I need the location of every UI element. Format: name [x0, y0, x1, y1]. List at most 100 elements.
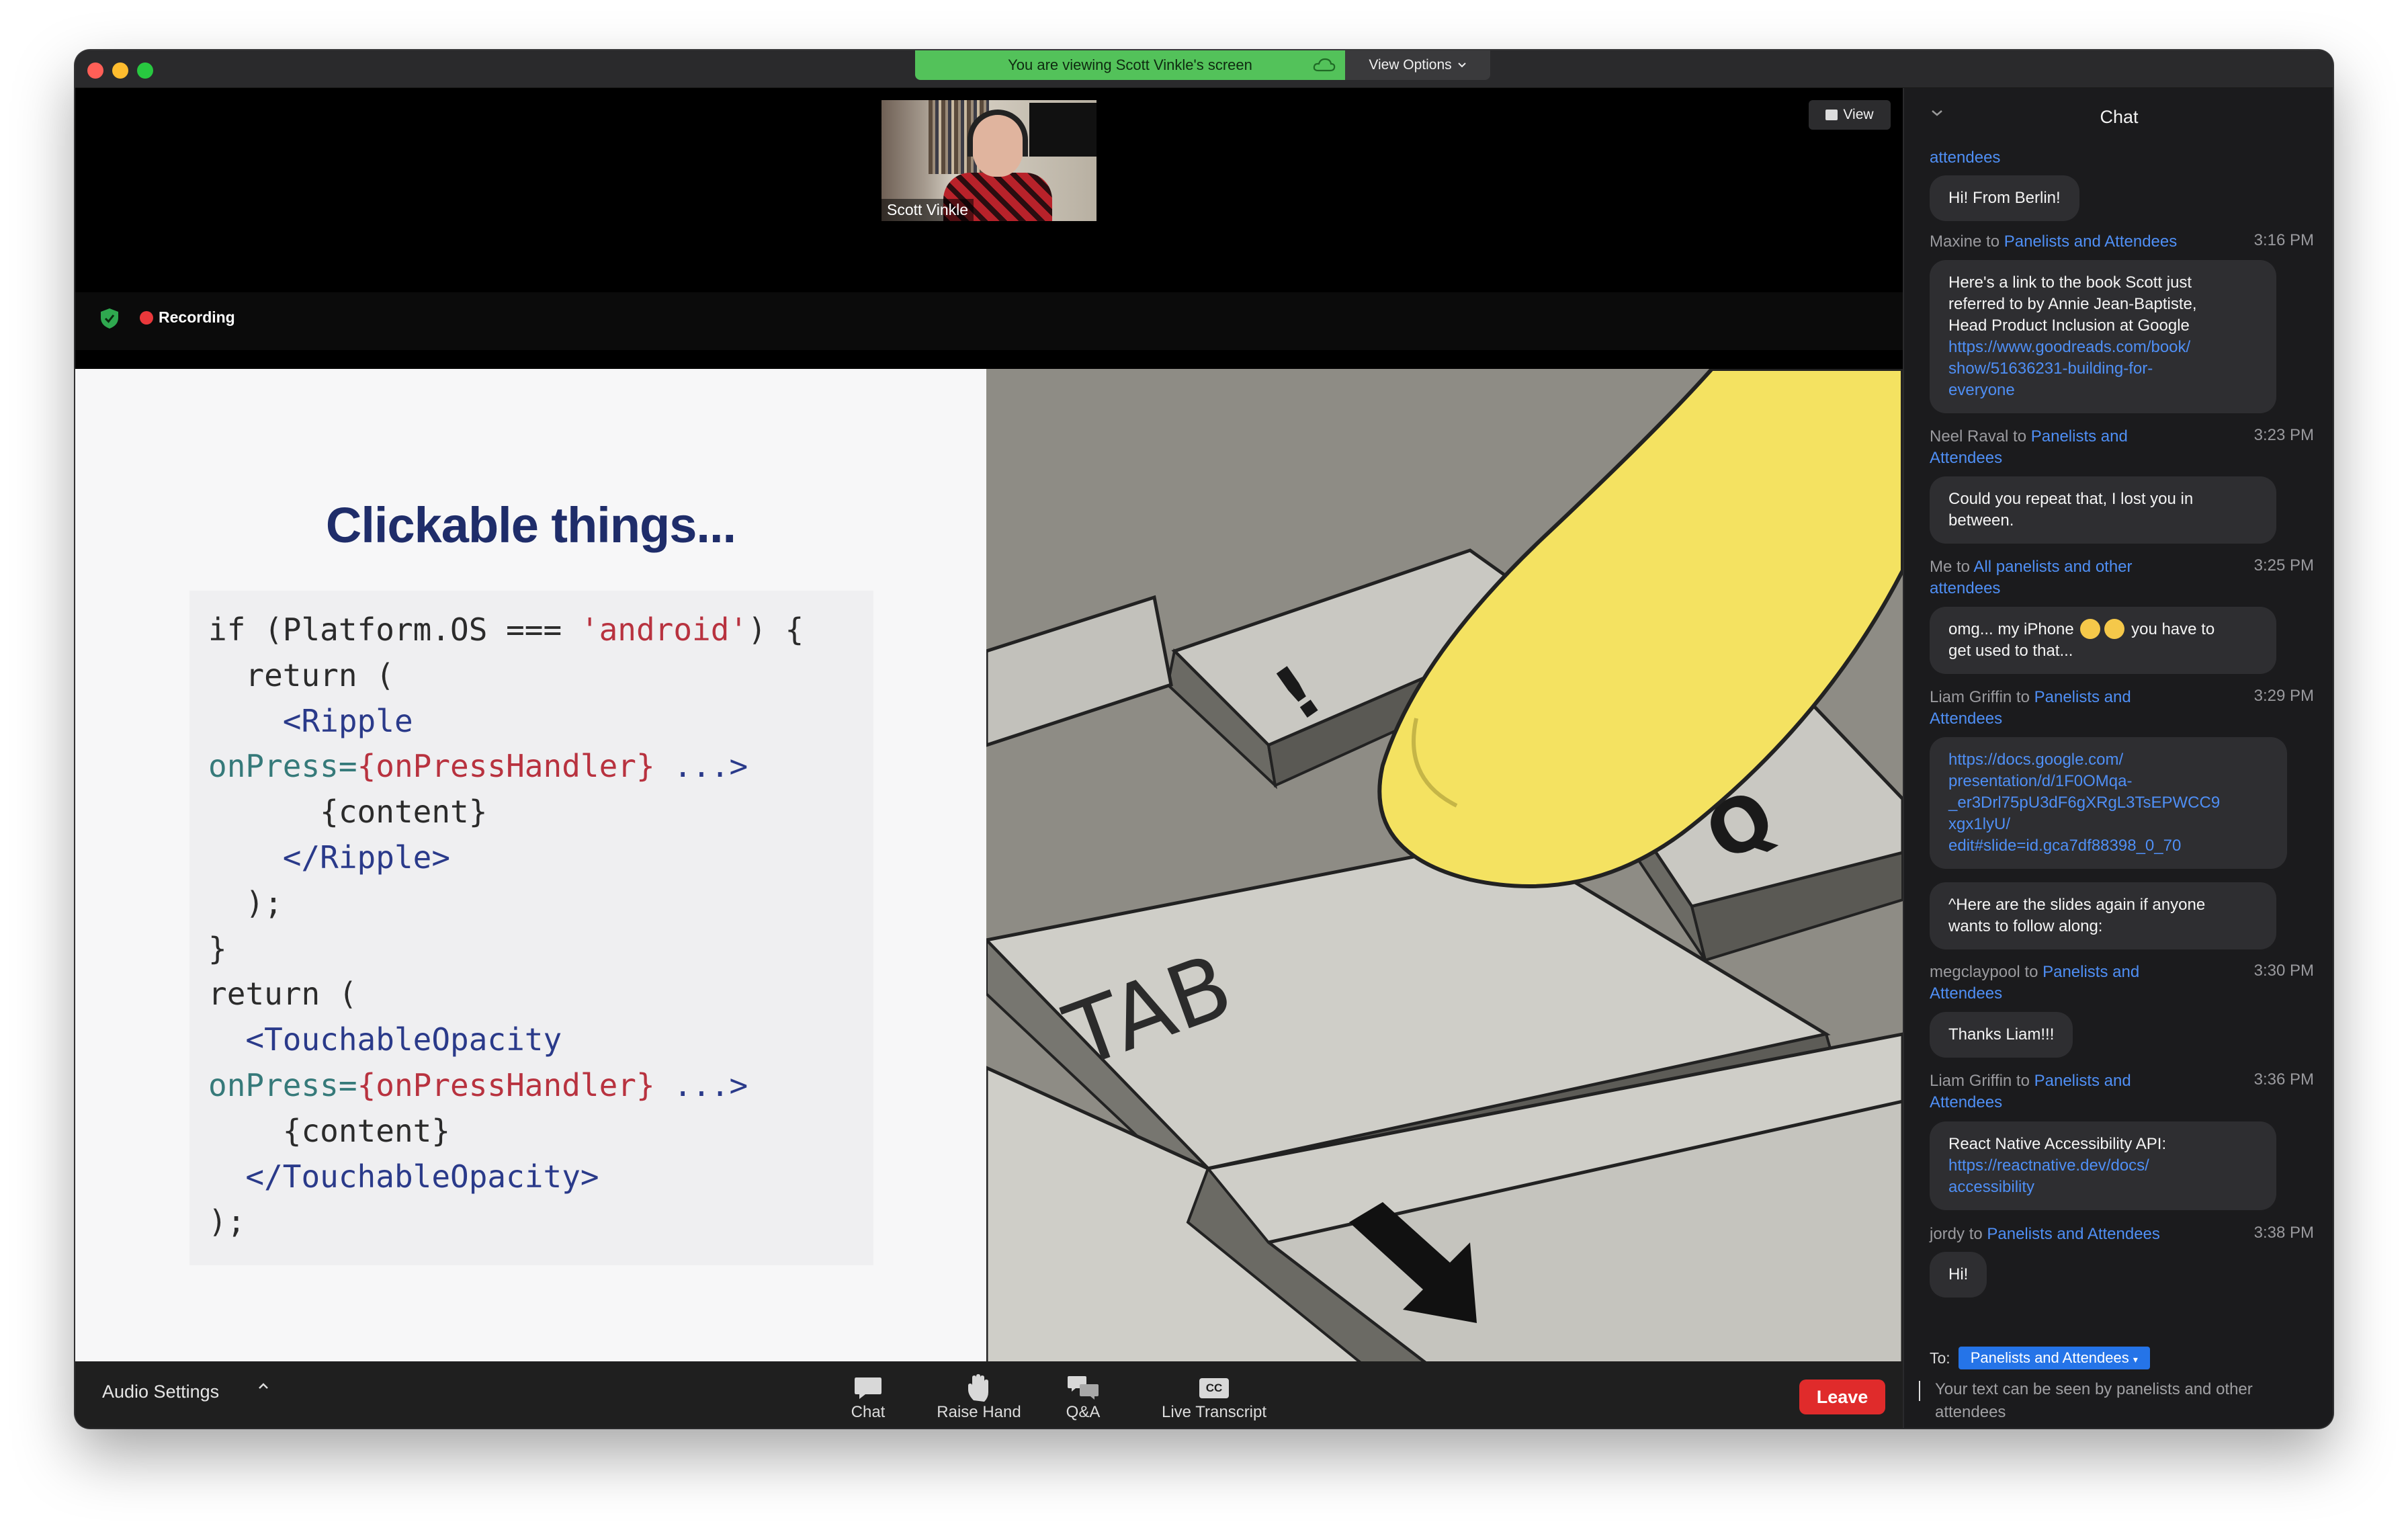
chat-link[interactable]: show/51636231-building-for-	[1948, 358, 2258, 380]
caret-down-icon: ▾	[2133, 1354, 2138, 1365]
chat-recipient-continued[interactable]: Attendees	[1930, 1093, 2002, 1111]
live-transcript-label: Live Transcript	[1161, 1403, 1267, 1421]
chat-message-header: Me to All panelists and other attendees	[1930, 556, 2212, 599]
chat-timestamp: 3:30 PM	[2253, 962, 2314, 980]
chat-message-header: Liam Griffin to Panelists and Attendees	[1930, 687, 2212, 730]
chat-timestamp: 3:16 PM	[2253, 231, 2314, 249]
chat-link[interactable]: https://docs.google.com/	[1948, 749, 2268, 771]
slide-title: Clickable things...	[325, 497, 736, 553]
chat-messages: attendees Hi! From Berlin! Maxine to Pan…	[1904, 88, 2333, 1378]
chat-bubble-icon	[855, 1377, 882, 1399]
chat-timestamp: 3:36 PM	[2253, 1070, 2314, 1089]
chat-recipient[interactable]: Panelists and Attendees	[2004, 232, 2178, 251]
chat-message-bubble: https://docs.google.com/ presentation/d/…	[1930, 737, 2287, 869]
recording-dot-icon	[140, 311, 153, 325]
chat-link[interactable]: xgx1lyU/	[1948, 814, 2268, 835]
chat-recipient-dropdown-label: Panelists and Attendees	[1970, 1349, 2129, 1366]
chat-recipient[interactable]: Panelists and	[2042, 963, 2139, 981]
text-cursor	[1919, 1381, 1920, 1401]
chevron-up-icon[interactable]	[257, 1382, 270, 1391]
keyboard-finger-illustration: TAB ! Q	[986, 369, 1903, 1397]
shared-slide: Clickable things... if (Platform.OS === …	[75, 369, 1903, 1397]
chat-recipient[interactable]: Panelists and	[2034, 1072, 2131, 1090]
thumbnail-name-label: Scott Vinkle	[882, 199, 974, 221]
chat-sender: Liam Griffin to	[1930, 688, 2034, 706]
chat-recipient[interactable]: Panelists and	[2034, 688, 2131, 706]
raise-hand-label: Raise Hand	[937, 1403, 1021, 1421]
chat-sender: Liam Griffin to	[1930, 1072, 2034, 1090]
chat-message-header: attendees	[1930, 147, 2000, 169]
chat-message-text: between.	[1948, 511, 2014, 529]
chat-sender: Maxine to	[1930, 232, 2004, 251]
chat-recipient-selector: To: Panelists and Attendees ▾	[1930, 1347, 2150, 1369]
chat-link[interactable]: everyone	[1948, 380, 2258, 401]
cloud-icon	[1313, 58, 1336, 72]
zoom-window: You are viewing Scott Vinkle's screen Vi…	[75, 50, 2333, 1428]
chat-button[interactable]: Chat	[838, 1373, 898, 1422]
chat-recipient[interactable]: attendees	[1930, 148, 2000, 167]
chat-message-text: ^Here are the slides again if anyone	[1948, 896, 2206, 914]
chat-message-text: Head Product Inclusion at Google	[1948, 316, 2190, 335]
chat-recipient-continued[interactable]: Attendees	[1930, 449, 2002, 467]
video-area: Scott Vinkle View Recording Clickable th…	[75, 88, 1903, 1397]
live-transcript-button[interactable]: CC Live Transcript	[1144, 1373, 1285, 1422]
closed-caption-icon: CC	[1199, 1378, 1229, 1398]
code-line: {content}	[208, 1112, 451, 1149]
chat-message-header: Neel Raval to Panelists and Attendees	[1930, 426, 2212, 469]
chat-recipient[interactable]: Panelists and Attendees	[1987, 1225, 2160, 1243]
chat-link[interactable]: https://www.goodreads.com/book/	[1948, 337, 2258, 358]
chat-timestamp: 3:29 PM	[2253, 687, 2314, 705]
chat-recipient-continued[interactable]: Attendees	[1930, 984, 2002, 1003]
chat-message-header: jordy to Panelists and Attendees	[1930, 1224, 2160, 1245]
chat-message-bubble: Thanks Liam!!!	[1930, 1012, 2073, 1058]
code-snippet: if (Platform.OS === 'android') { return …	[208, 607, 804, 1245]
security-shield-icon	[101, 308, 118, 329]
chat-message-text: you have to	[2131, 620, 2215, 638]
qa-button[interactable]: Q&A	[1056, 1373, 1110, 1422]
chat-link[interactable]: presentation/d/1F0OMqa-	[1948, 771, 2268, 792]
chat-timestamp: 3:25 PM	[2253, 556, 2314, 575]
chat-button-label: Chat	[851, 1403, 886, 1421]
audio-settings-button[interactable]: Audio Settings	[102, 1382, 219, 1402]
chat-recipient[interactable]: Panelists and	[2031, 427, 2128, 445]
chat-message-input[interactable]: Your text can be seen by panelists and o…	[1919, 1378, 2315, 1425]
code-line: onPress={onPressHandler} ...>	[208, 748, 748, 785]
fullscreen-window-button[interactable]	[137, 62, 153, 79]
chat-recipient-dropdown[interactable]: Panelists and Attendees ▾	[1958, 1347, 2150, 1369]
meeting-control-bar: Audio Settings Chat Raise Hand Q&A CC Li…	[75, 1361, 1903, 1428]
chat-panel: attendees Hi! From Berlin! Maxine to Pan…	[1903, 88, 2333, 1428]
chevron-down-icon	[1457, 62, 1466, 68]
chat-message-header: megclaypool to Panelists and Attendees	[1930, 962, 2212, 1005]
slide-text-panel: Clickable things... if (Platform.OS === …	[75, 369, 986, 1397]
chat-message-bubble: omg... my iPhone you have to get used to…	[1930, 607, 2276, 674]
chat-message-text: Here's a link to the book Scott just	[1948, 273, 2192, 292]
raise-hand-button[interactable]: Raise Hand	[929, 1373, 1029, 1422]
chat-sender: jordy to	[1930, 1225, 1987, 1243]
code-line: onPress={onPressHandler} ...>	[208, 1066, 748, 1103]
raise-hand-icon	[968, 1374, 988, 1402]
speaker-thumbnail[interactable]: Scott Vinkle	[882, 100, 1096, 221]
chat-sender: Me to	[1930, 558, 1974, 576]
chat-link[interactable]: https://reactnative.dev/docs/	[1948, 1155, 2258, 1177]
chat-message-text: get used to that...	[1948, 642, 2073, 660]
chat-recipient-continued[interactable]: attendees	[1930, 579, 2000, 597]
code-line: );	[208, 884, 283, 921]
chat-message-header: Maxine to Panelists and Attendees	[1930, 231, 2177, 253]
screen-share-banner: You are viewing Scott Vinkle's screen	[915, 50, 1345, 80]
qa-button-label: Q&A	[1066, 1403, 1101, 1421]
chat-message-text: Could you repeat that, I lost you in	[1948, 490, 2194, 508]
chat-link[interactable]: edit#slide=id.gca7df88398_0_70	[1948, 835, 2268, 857]
minimize-window-button[interactable]	[112, 62, 128, 79]
chat-sender: Neel Raval to	[1930, 427, 2031, 445]
code-line: return (	[208, 976, 357, 1013]
chat-link[interactable]: accessibility	[1948, 1177, 2258, 1198]
chat-recipient[interactable]: All panelists and other	[1973, 558, 2132, 576]
chat-message-header: Liam Griffin to Panelists and Attendees	[1930, 1070, 2212, 1113]
close-window-button[interactable]	[87, 62, 103, 79]
chat-recipient-continued[interactable]: Attendees	[1930, 710, 2002, 728]
chat-link[interactable]: _er3Drl75pU3dF6gXRgL3TsEPWCC9	[1948, 792, 2268, 814]
chat-message-bubble: Could you repeat that, I lost you in bet…	[1930, 476, 2276, 544]
leave-button[interactable]: Leave	[1799, 1380, 1885, 1414]
view-layout-button[interactable]: View	[1809, 100, 1891, 130]
view-options-dropdown[interactable]: View Options	[1345, 50, 1490, 80]
